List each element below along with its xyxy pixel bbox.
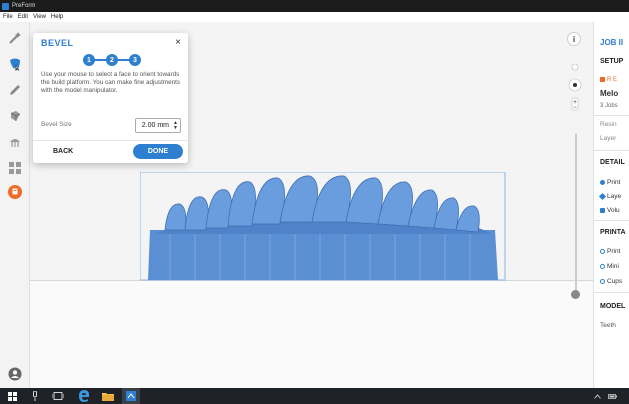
setup-heading: SETUP xyxy=(600,58,624,65)
preform-app-icon xyxy=(2,2,9,10)
divider xyxy=(594,292,629,293)
support-icon[interactable] xyxy=(7,134,23,150)
layer-label: Layer xyxy=(600,135,617,142)
print-icon[interactable] xyxy=(7,184,23,200)
tooth-select-icon[interactable] xyxy=(7,56,23,72)
bevel-size-label: Bevel Size xyxy=(41,121,72,128)
jobs-count: 3 Jobs xyxy=(600,103,618,109)
printability-print: Print xyxy=(600,248,620,255)
detail-print: Print xyxy=(600,179,620,186)
status-ring-icon xyxy=(600,248,605,254)
job-info-panel: JOB II SETUP R E Melo 3 Jobs Resin Layer… xyxy=(593,22,629,388)
dialog-divider xyxy=(33,140,188,141)
status-ring-icon xyxy=(600,263,605,269)
spinner-icon[interactable]: ▲ ▼ xyxy=(173,121,178,131)
windows-start-icon[interactable] xyxy=(4,388,20,404)
pen-icon[interactable] xyxy=(7,82,23,98)
resin-tag: R E xyxy=(600,77,617,83)
done-button[interactable]: DONE xyxy=(133,144,183,159)
resin-cartridge-icon xyxy=(600,77,605,82)
view-up-icon xyxy=(571,63,579,71)
close-icon[interactable]: × xyxy=(175,37,181,48)
status-ring-icon xyxy=(600,278,605,284)
menu-edit[interactable]: Edit xyxy=(18,14,28,20)
clock-icon xyxy=(600,179,605,185)
divider xyxy=(594,220,629,221)
menu-view[interactable]: View xyxy=(33,14,46,20)
app-title: PreForm xyxy=(12,3,36,9)
step-3[interactable]: 3 xyxy=(129,54,141,66)
bevel-size-input[interactable]: 2.00 mm ▲ ▼ xyxy=(135,118,181,133)
microphone-icon[interactable] xyxy=(28,388,42,404)
divider xyxy=(594,150,629,151)
account-icon[interactable] xyxy=(7,366,23,382)
menu-file[interactable]: File xyxy=(3,14,13,20)
file-explorer-icon[interactable] xyxy=(100,388,116,404)
back-button[interactable]: BACK xyxy=(53,148,73,155)
bevel-title: BEVEL xyxy=(41,38,74,48)
printability-heading: PRINTA xyxy=(600,229,626,236)
model-item-teeth[interactable]: Teeth xyxy=(600,322,616,329)
battery-icon[interactable] xyxy=(606,388,618,404)
details-heading: DETAIL xyxy=(600,159,625,166)
layout-icon[interactable] xyxy=(7,160,23,176)
volume-icon xyxy=(600,207,605,213)
title-bar: PreForm xyxy=(0,0,629,12)
bevel-size-row: Bevel Size 2.00 mm ▲ ▼ xyxy=(41,118,181,133)
printability-minima: Mini xyxy=(600,263,619,270)
step-1[interactable]: 1 xyxy=(83,54,95,66)
magic-wand-icon[interactable] xyxy=(7,30,23,46)
preform-taskbar-icon[interactable] xyxy=(122,388,140,404)
menu-help[interactable]: Help xyxy=(51,14,63,20)
zoom-slider-handle[interactable] xyxy=(571,290,580,299)
chevron-up-icon[interactable] xyxy=(592,388,602,404)
divider xyxy=(594,115,629,116)
detail-volume: Volu xyxy=(600,207,620,214)
model-heading: MODEL xyxy=(600,303,626,310)
menu-bar: File Edit View Help xyxy=(0,12,629,22)
task-view-icon[interactable] xyxy=(50,388,66,404)
view-cube[interactable]: + − xyxy=(566,58,584,112)
bevel-description: Use your mouse to select a face to orien… xyxy=(41,71,180,94)
svg-text:−: − xyxy=(573,105,577,111)
bevel-size-value: 2.00 mm xyxy=(141,122,169,129)
printer-name[interactable]: Melo xyxy=(600,89,618,98)
info-button[interactable]: i xyxy=(567,32,581,46)
edge-browser-icon[interactable] xyxy=(76,388,92,404)
bevel-stepper: 1 2 3 xyxy=(83,54,141,66)
job-info-title: JOB II xyxy=(600,38,624,47)
left-toolbar xyxy=(0,22,30,388)
orient-icon[interactable] xyxy=(7,108,23,124)
bevel-dialog: BEVEL × 1 2 3 Use your mouse to select a… xyxy=(33,33,188,163)
printability-cups: Cups xyxy=(600,278,622,285)
resin-label: Resin xyxy=(600,121,617,128)
layers-icon xyxy=(598,192,607,200)
teeth-model[interactable] xyxy=(140,172,540,307)
detail-layers: Laye xyxy=(598,192,621,200)
taskbar xyxy=(0,388,629,404)
step-2[interactable]: 2 xyxy=(106,54,118,66)
zoom-slider-track[interactable] xyxy=(575,134,577,294)
